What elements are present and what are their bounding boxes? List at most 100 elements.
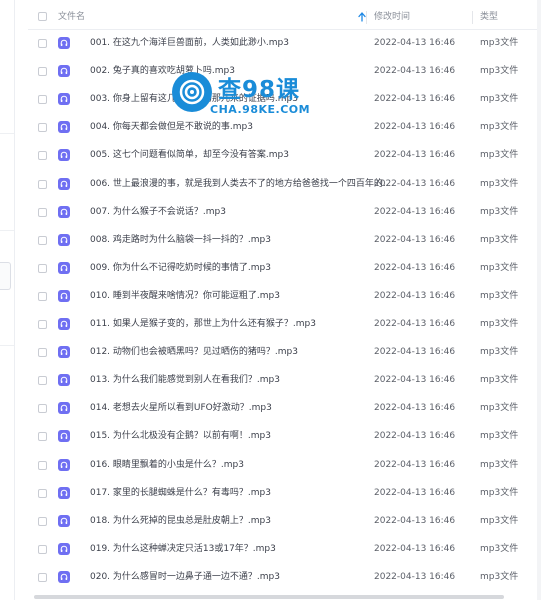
row-checkbox[interactable] — [38, 460, 47, 470]
file-modified-time: 2022-04-13 16:46 — [374, 319, 456, 329]
file-row[interactable]: 006. 世上最浪漫的事，就是我到人类去不了的地方给爸爸找一个四百年的... 20… — [28, 170, 541, 198]
file-row[interactable]: 007. 为什么猴子不会说话？.mp3 2022-04-13 16:46 mp3文件 — [28, 198, 541, 226]
file-name[interactable]: 015. 为什么北极没有企鹅？以前有啊！.mp3 — [90, 422, 390, 450]
file-modified-time: 2022-04-13 16:46 — [374, 487, 456, 498]
watermark: 查98课 CHA.98KE.COM — [172, 68, 322, 122]
file-row[interactable]: 018. 为什么死掉的昆虫总是肚皮朝上？.mp3 2022-04-13 16:46… — [28, 507, 541, 535]
audio-file-icon — [58, 318, 70, 330]
file-row[interactable]: 011. 如果人是猴子变的，那世上为什么还有猴子？.mp3 2022-04-13 … — [28, 310, 541, 338]
file-name[interactable]: 016. 眼睛里飘着的小虫是什么？.mp3 — [90, 451, 390, 479]
row-checkbox[interactable] — [38, 320, 47, 329]
vertical-scrollbar[interactable] — [537, 0, 541, 600]
file-name[interactable]: 009. 你为什么不记得吃奶时候的事情了.mp3 — [90, 254, 390, 282]
file-modified-time: 2022-04-13 16:46 — [374, 543, 456, 554]
row-checkbox[interactable] — [38, 207, 47, 217]
file-type: mp3文件 — [480, 431, 519, 442]
file-modified-time: 2022-04-13 16:46 — [374, 431, 456, 442]
scrollbar-thumb[interactable] — [34, 595, 504, 599]
left-panel-edge — [0, 0, 15, 600]
file-row[interactable]: 012. 动物们也会被晒黑吗？见过晒伤的猪吗？.mp3 2022-04-13 16… — [28, 338, 541, 366]
column-separator — [366, 11, 367, 24]
audio-file-icon — [58, 486, 70, 499]
panel-collapse-handle[interactable] — [0, 262, 11, 290]
file-modified-time: 2022-04-13 16:46 — [374, 375, 456, 386]
row-checkbox[interactable] — [38, 39, 47, 48]
file-row[interactable]: 008. 鸡走路时为什么脑袋一抖一抖的？.mp3 2022-04-13 16:46… — [28, 226, 541, 254]
audio-file-icon — [58, 542, 70, 555]
row-checkbox[interactable] — [38, 516, 47, 526]
file-name[interactable]: 018. 为什么死掉的昆虫总是肚皮朝上？.mp3 — [90, 507, 390, 535]
file-type: mp3文件 — [480, 375, 519, 386]
audio-file-icon — [58, 37, 70, 49]
file-name[interactable]: 001. 在这九个海洋巨兽面前，人类如此渺小.mp3 — [90, 29, 390, 57]
row-checkbox[interactable] — [38, 291, 47, 301]
file-row[interactable]: 019. 为什么这种蝉决定只活13或17年？.mp3 2022-04-13 16:… — [28, 535, 541, 563]
divider — [0, 345, 14, 346]
row-checkbox[interactable] — [38, 572, 47, 582]
file-modified-time: 2022-04-13 16:46 — [374, 38, 456, 48]
file-row[interactable]: 010. 睡到半夜醒来啥情况？你可能逗粗了.mp3 2022-04-13 16:4… — [28, 282, 541, 310]
audio-file-icon — [58, 430, 70, 443]
row-checkbox[interactable] — [38, 179, 47, 189]
file-name[interactable]: 010. 睡到半夜醒来啥情况？你可能逗粗了.mp3 — [90, 282, 390, 310]
arrow-up-icon[interactable] — [358, 12, 366, 25]
file-row[interactable]: 014. 老想去火星所以看到UFO好激动？.mp3 2022-04-13 16:4… — [28, 394, 541, 422]
file-modified-time: 2022-04-13 16:46 — [374, 347, 456, 358]
file-row[interactable]: 015. 为什么北极没有企鹅？以前有啊！.mp3 2022-04-13 16:46… — [28, 422, 541, 450]
file-type: mp3文件 — [480, 571, 519, 582]
column-separator — [472, 11, 473, 24]
audio-file-icon — [58, 205, 70, 218]
audio-file-icon — [58, 65, 70, 78]
row-checkbox[interactable] — [38, 95, 47, 105]
row-checkbox[interactable] — [38, 544, 47, 554]
file-type: mp3文件 — [480, 543, 519, 554]
file-row[interactable]: 016. 眼睛里飘着的小虫是什么？.mp3 2022-04-13 16:46 mp3… — [28, 451, 541, 479]
file-row[interactable]: 017. 家里的长腿蜘蛛是什么？有毒吗？.mp3 2022-04-13 16:46… — [28, 479, 541, 507]
audio-file-icon — [58, 233, 70, 246]
file-row[interactable]: 005. 这七个问题看似简单，却至今没有答案.mp3 2022-04-13 16:… — [28, 141, 541, 169]
audio-file-icon — [58, 374, 70, 387]
row-checkbox[interactable] — [38, 432, 47, 442]
file-modified-time: 2022-04-13 16:46 — [374, 66, 456, 77]
row-checkbox[interactable] — [38, 235, 47, 245]
row-checkbox[interactable] — [38, 348, 47, 358]
audio-file-icon — [58, 93, 70, 106]
file-name[interactable]: 008. 鸡走路时为什么脑袋一抖一抖的？.mp3 — [90, 226, 390, 254]
file-name[interactable]: 011. 如果人是猴子变的，那世上为什么还有猴子？.mp3 — [90, 310, 390, 338]
row-checkbox[interactable] — [38, 376, 47, 386]
column-header-name[interactable]: 文件名 — [58, 5, 85, 29]
file-name[interactable]: 014. 老想去火星所以看到UFO好激动？.mp3 — [90, 394, 390, 422]
file-modified-time: 2022-04-13 16:46 — [374, 122, 456, 133]
file-name[interactable]: 005. 这七个问题看似简单，却至今没有答案.mp3 — [90, 141, 390, 169]
file-row[interactable]: 020. 为什么感冒时一边鼻子通一边不通？.mp3 2022-04-13 16:4… — [28, 563, 541, 591]
file-name[interactable]: 019. 为什么这种蝉决定只活13或17年？.mp3 — [90, 535, 390, 563]
file-row[interactable]: 009. 你为什么不记得吃奶时候的事情了.mp3 2022-04-13 16:46… — [28, 254, 541, 282]
audio-file-icon — [58, 121, 70, 134]
column-header-time[interactable]: 修改时间 — [374, 5, 410, 29]
row-checkbox[interactable] — [38, 263, 47, 273]
audio-file-icon — [58, 570, 70, 583]
file-name[interactable]: 013. 为什么我们能感觉到别人在看我们？.mp3 — [90, 366, 390, 394]
row-checkbox[interactable] — [38, 404, 47, 414]
row-checkbox[interactable] — [38, 123, 47, 133]
file-type: mp3文件 — [480, 38, 519, 48]
file-name[interactable]: 007. 为什么猴子不会说话？.mp3 — [90, 198, 390, 226]
file-name[interactable]: 020. 为什么感冒时一边鼻子通一边不通？.mp3 — [90, 563, 390, 591]
file-name[interactable]: 012. 动物们也会被晒黑吗？见过晒伤的猪吗？.mp3 — [90, 338, 390, 366]
file-name[interactable]: 006. 世上最浪漫的事，就是我到人类去不了的地方给爸爸找一个四百年的... — [90, 170, 390, 198]
file-row[interactable]: 001. 在这九个海洋巨兽面前，人类如此渺小.mp3 2022-04-13 16:… — [28, 29, 541, 57]
row-checkbox[interactable] — [38, 488, 47, 498]
audio-file-icon — [58, 261, 70, 274]
file-row[interactable]: 013. 为什么我们能感觉到别人在看我们？.mp3 2022-04-13 16:4… — [28, 366, 541, 394]
watermark-url: CHA.98KE.COM — [210, 103, 311, 116]
file-name[interactable]: 017. 家里的长腿蜘蛛是什么？有毒吗？.mp3 — [90, 479, 390, 507]
file-modified-time: 2022-04-13 16:46 — [374, 234, 456, 245]
file-list-header: 文件名 修改时间 类型 — [28, 5, 541, 30]
file-modified-time: 2022-04-13 16:46 — [374, 403, 456, 414]
row-checkbox[interactable] — [38, 67, 47, 77]
select-all-checkbox[interactable] — [38, 12, 47, 21]
horizontal-scrollbar[interactable] — [28, 593, 541, 600]
row-checkbox[interactable] — [38, 151, 47, 161]
file-type: mp3文件 — [480, 94, 519, 105]
column-header-type[interactable]: 类型 — [480, 5, 498, 29]
